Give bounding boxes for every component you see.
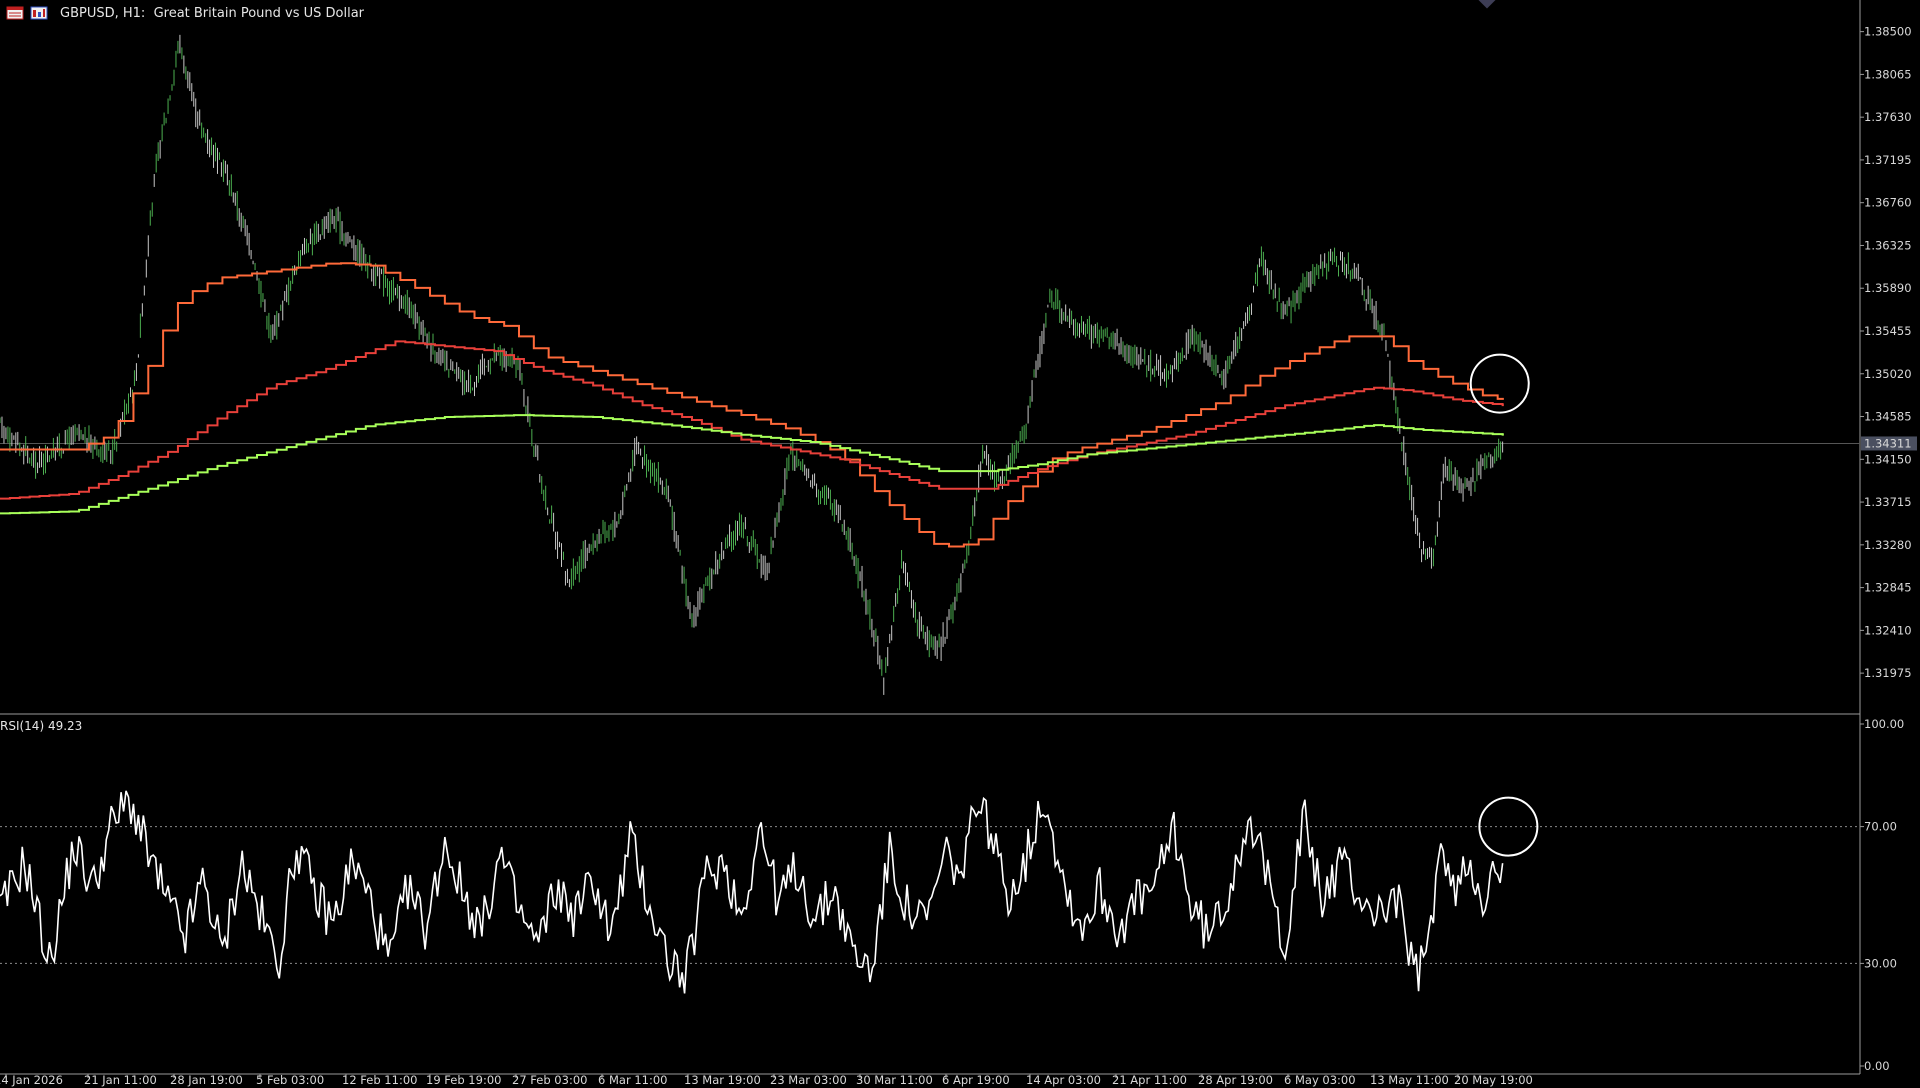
price-tick-label: 1.37630 (1864, 110, 1912, 124)
time-tick-label: 20 May 19:00 (1454, 1073, 1533, 1087)
time-tick-label: 28 Jan 19:00 (170, 1073, 243, 1087)
price-tick-label: 1.34150 (1864, 452, 1912, 466)
price-tick-label: 1.36760 (1864, 196, 1912, 210)
time-tick-label: 5 Feb 03:00 (256, 1073, 324, 1087)
price-chart: 1.38500 1.38065 1.37630 1.37195 1.36760 1.363… (0, 0, 1917, 1087)
time-tick-label: 14 Apr 03:00 (1026, 1073, 1101, 1087)
price-tick-label: 1.38500 (1864, 25, 1912, 39)
moving-average-lines (0, 263, 1504, 546)
time-tick-label: 13 Mar 19:00 (684, 1073, 761, 1087)
rsi-label: RSI(14) 49.23 (0, 719, 83, 733)
price-tick-label: 1.32410 (1864, 623, 1912, 637)
rsi-tick-label: 0.00 (1864, 1059, 1890, 1073)
price-tick-label: 1.37195 (1864, 153, 1912, 167)
moving-average-line (0, 415, 1504, 513)
price-tick-label: 1.35890 (1864, 281, 1912, 295)
time-tick-label: 6 Apr 19:00 (942, 1073, 1010, 1087)
price-tick-label: 1.36325 (1864, 238, 1912, 252)
time-tick-label: 14 Jan 2026 (0, 1073, 63, 1087)
price-tick-label: 1.31975 (1864, 666, 1912, 680)
time-tick-label: 19 Feb 19:00 (426, 1073, 501, 1087)
time-tick-label: 23 Mar 03:00 (770, 1073, 847, 1087)
time-tick-label: 6 Mar 11:00 (598, 1073, 667, 1087)
moving-average-line (0, 263, 1504, 546)
time-tick-label: 21 Apr 11:00 (1112, 1073, 1187, 1087)
time-tick-label: 13 May 11:00 (1370, 1073, 1449, 1087)
current-price-label: 1.34311 (1864, 436, 1912, 450)
rsi-tick-label: 100.00 (1864, 717, 1904, 731)
price-tick-label: 1.32845 (1864, 581, 1912, 595)
rsi-tick-label: 70.00 (1864, 820, 1897, 834)
price-tick-label: 1.33715 (1864, 495, 1912, 509)
price-tick-label: 1.35455 (1864, 324, 1912, 338)
candlestick-series (0, 35, 1503, 695)
time-tick-label: 27 Feb 03:00 (512, 1073, 587, 1087)
time-tick-label: 21 Jan 11:00 (84, 1073, 157, 1087)
time-tick-label: 30 Mar 11:00 (856, 1073, 933, 1087)
price-tick-label: 1.35020 (1864, 367, 1912, 381)
highlight-circle (1478, 796, 1539, 857)
price-tick-label: 1.34585 (1864, 410, 1912, 424)
moving-average-line (0, 341, 1504, 498)
time-tick-label: 28 Apr 19:00 (1198, 1073, 1273, 1087)
price-tick-label: 1.38065 (1864, 67, 1912, 81)
time-tick-label: 12 Feb 11:00 (342, 1073, 417, 1087)
time-tick-label: 6 May 03:00 (1284, 1073, 1356, 1087)
rsi-tick-label: 30.00 (1864, 956, 1897, 970)
price-tick-label: 1.33280 (1864, 538, 1912, 552)
